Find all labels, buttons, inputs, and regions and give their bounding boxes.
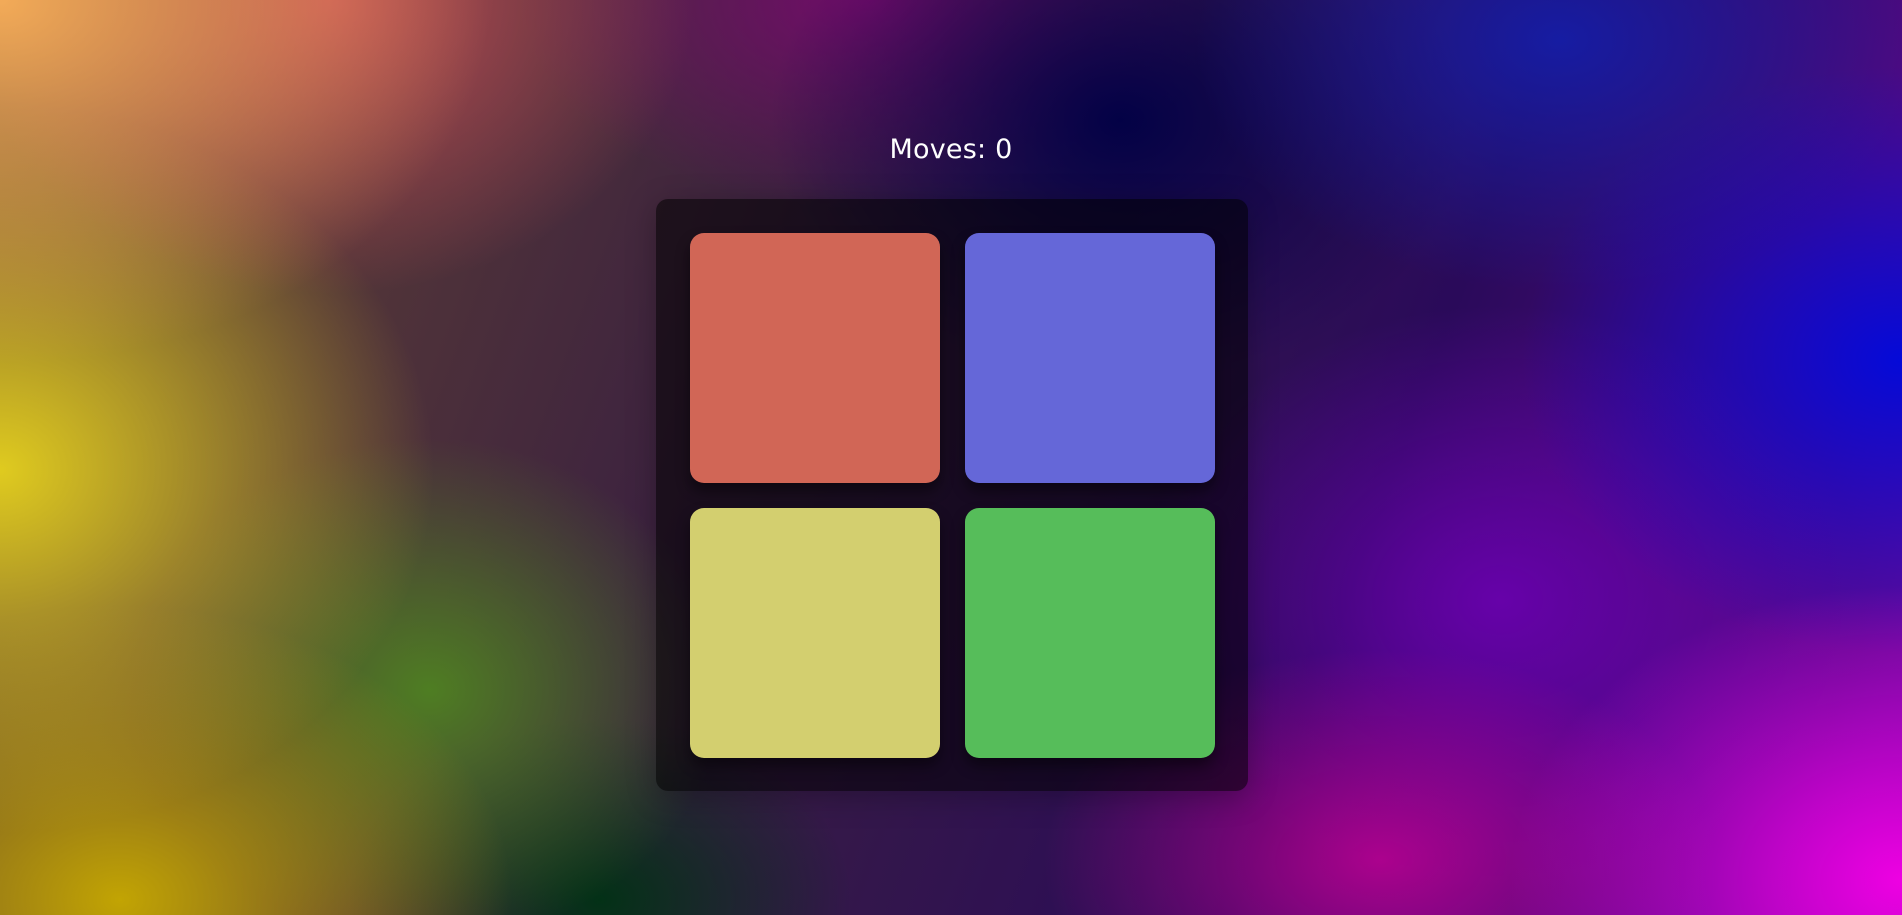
tile-yellow[interactable]: [690, 508, 940, 758]
tile-blue[interactable]: [965, 233, 1215, 483]
game-board: [656, 199, 1248, 791]
moves-counter: Moves: 0: [889, 134, 1013, 165]
tile-green[interactable]: [965, 508, 1215, 758]
tile-red[interactable]: [690, 233, 940, 483]
